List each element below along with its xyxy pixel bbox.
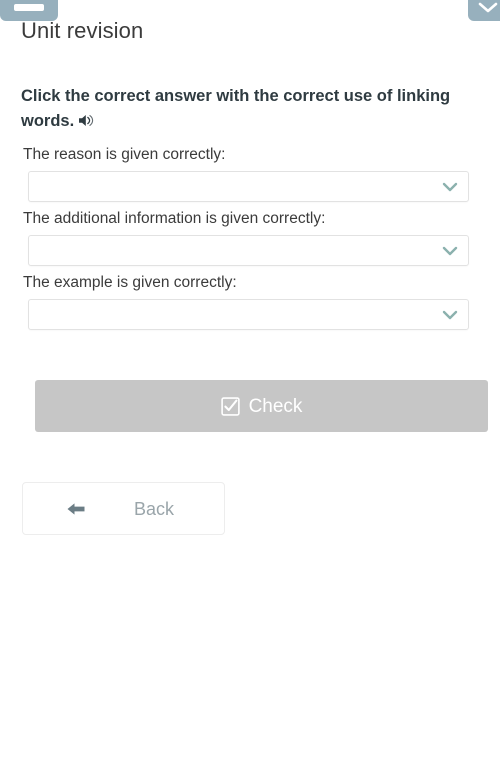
question-group-3: The example is given correctly: — [21, 273, 473, 330]
collapse-button[interactable] — [468, 0, 500, 21]
check-button[interactable]: Check — [35, 380, 488, 432]
answer-dropdown-3[interactable] — [28, 299, 469, 330]
answer-dropdown-1[interactable] — [28, 171, 469, 202]
speaker-icon[interactable] — [78, 113, 95, 128]
question-label-2: The additional information is given corr… — [23, 210, 326, 227]
chevron-down-icon — [442, 245, 458, 257]
question-label-1: The reason is given correctly: — [23, 146, 226, 163]
chevron-down-icon — [442, 309, 458, 321]
instruction-text: Click the correct answer with the correc… — [21, 84, 473, 134]
question-group-2: The additional information is given corr… — [21, 209, 473, 266]
checkbox-checked-icon — [220, 396, 240, 416]
horizontal-bar-icon — [14, 4, 44, 11]
menu-bar-button[interactable] — [0, 0, 58, 21]
chevron-down-icon — [477, 1, 499, 13]
back-button-label: Back — [134, 498, 175, 519]
question-label-3: The example is given correctly: — [23, 274, 237, 291]
arrow-left-icon — [65, 500, 87, 518]
back-button[interactable]: Back — [22, 482, 225, 535]
check-button-label: Check — [248, 395, 303, 417]
chevron-down-icon — [442, 181, 458, 193]
top-chrome-bar — [0, 0, 500, 22]
exercise-page: Unit revision Click the correct answer w… — [0, 0, 500, 770]
answer-dropdown-2[interactable] — [28, 235, 469, 266]
question-group-1: The reason is given correctly: — [21, 145, 473, 202]
